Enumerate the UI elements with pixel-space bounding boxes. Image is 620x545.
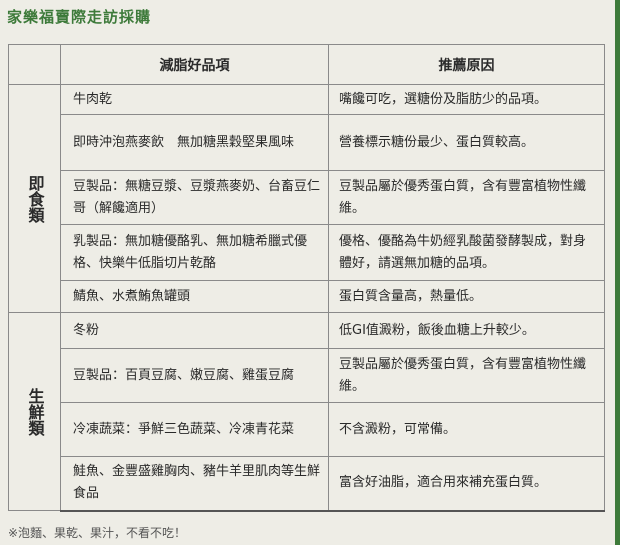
item-cell: 冷凍蔬菜：爭鮮三色蔬菜、冷凍青花菜 bbox=[60, 402, 329, 457]
table-row: 豆製品：無糖豆漿、豆漿燕麥奶、台畜豆仁哥（解饞適用） 豆製品屬於優秀蛋白質，含有… bbox=[9, 170, 605, 225]
item-cell: 豆製品：百頁豆腐、嫩豆腐、雞蛋豆腐 bbox=[60, 348, 329, 403]
item-cell: 牛肉乾 bbox=[60, 84, 329, 115]
item-cell: 即時沖泡燕麥飲 無加糖黑穀堅果風味 bbox=[60, 114, 329, 171]
table-row: 豆製品：百頁豆腐、嫩豆腐、雞蛋豆腐 豆製品屬於優秀蛋白質，含有豐富植物性纖維。 bbox=[9, 348, 605, 403]
table-row: 即時沖泡燕麥飲 無加糖黑穀堅果風味 營養標示糖份最少、蛋白質較高。 bbox=[9, 114, 605, 171]
table-row: 鯖魚、水煮鮪魚罐頭 蛋白質含量高，熱量低。 bbox=[9, 280, 605, 313]
footnote: ※泡麵、果乾、果汁，不看不吃！ bbox=[8, 526, 187, 540]
table-header-row: 減脂好品項 推薦原因 bbox=[8, 44, 605, 85]
header-reason: 推薦原因 bbox=[328, 44, 605, 85]
item-cell: 乳製品：無加糖優酪乳、無加糖希臘式優格、快樂牛低脂切片乾酪 bbox=[60, 224, 329, 281]
item-cell: 鯖魚、水煮鮪魚罐頭 bbox=[60, 280, 329, 313]
category-ready-to-eat: 即食類 bbox=[8, 84, 61, 313]
reason-cell: 蛋白質含量高，熱量低。 bbox=[328, 280, 605, 313]
header-item: 減脂好品項 bbox=[60, 44, 329, 85]
reason-cell: 營養標示糖份最少、蛋白質較高。 bbox=[328, 114, 605, 171]
table-row: 即食類 牛肉乾 嘴饞可吃，選糖份及脂肪少的品項。 bbox=[8, 84, 605, 313]
item-cell: 冬粉 bbox=[60, 312, 329, 349]
page-title: 家樂福賣際走訪採購 bbox=[7, 8, 152, 26]
table-row: 乳製品：無加糖優酪乳、無加糖希臘式優格、快樂牛低脂切片乾酪 優格、優酪為牛奶經乳… bbox=[9, 224, 605, 281]
category-fresh: 生鮮類 bbox=[8, 312, 61, 511]
item-cell: 豆製品：無糖豆漿、豆漿燕麥奶、台畜豆仁哥（解饞適用） bbox=[60, 170, 329, 225]
table-row: 生鮮類 冬粉 低GI值澱粉，飯後血糖上升較少。 bbox=[8, 312, 605, 511]
item-cell: 鮭魚、金豐盛雞胸肉、豬牛羊里肌肉等生鮮食品 bbox=[60, 456, 329, 512]
table-row: 冷凍蔬菜：爭鮮三色蔬菜、冷凍青花菜 不含澱粉，可常備。 bbox=[9, 402, 605, 457]
accent-bar bbox=[615, 0, 620, 545]
header-corner bbox=[8, 44, 61, 85]
reason-cell: 嘴饞可吃，選糖份及脂肪少的品項。 bbox=[328, 84, 605, 115]
reason-cell: 不含澱粉，可常備。 bbox=[328, 402, 605, 457]
reason-cell: 豆製品屬於優秀蛋白質，含有豐富植物性纖維。 bbox=[328, 170, 605, 225]
table-row: 鮭魚、金豐盛雞胸肉、豬牛羊里肌肉等生鮮食品 富含好油脂，適合用來補充蛋白質。 bbox=[9, 456, 605, 512]
reason-cell: 優格、優酪為牛奶經乳酸菌發酵製成，對身體好，請選無加糖的品項。 bbox=[328, 224, 605, 281]
food-guide-table: 減脂好品項 推薦原因 即食類 牛肉乾 嘴饞可吃，選糖份及脂肪少的品項。 即時沖泡… bbox=[8, 44, 605, 512]
reason-cell: 豆製品屬於優秀蛋白質，含有豐富植物性纖維。 bbox=[328, 348, 605, 403]
reason-cell: 富含好油脂，適合用來補充蛋白質。 bbox=[328, 456, 605, 512]
reason-cell: 低GI值澱粉，飯後血糖上升較少。 bbox=[328, 312, 605, 349]
